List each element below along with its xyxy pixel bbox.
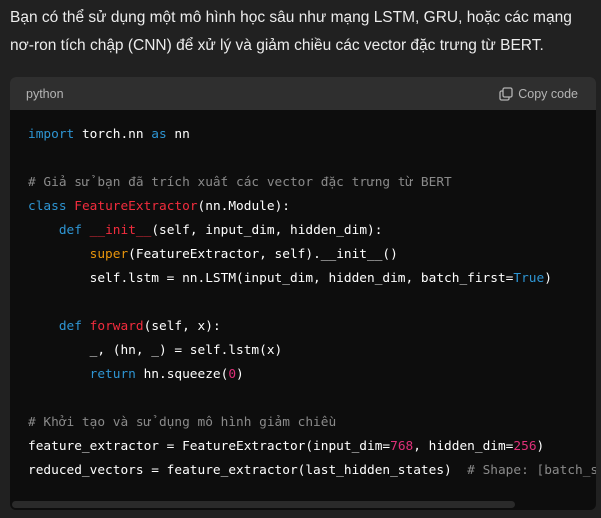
code-token: )	[236, 367, 244, 382]
code-line: class FeatureExtractor(nn.Module):	[28, 195, 596, 219]
code-token: 0	[228, 367, 237, 382]
code-line: def __init__(self, input_dim, hidden_dim…	[28, 219, 596, 243]
code-token: )	[536, 439, 545, 454]
code-token: return	[89, 367, 136, 382]
code-token: def	[58, 319, 82, 334]
code-line: # Khởi tạo và sử dụng mô hình giảm chiều	[28, 411, 596, 435]
code-token: (nn.Module):	[197, 199, 290, 214]
code-token: reduced_vectors = feature_extractor(last…	[28, 463, 468, 478]
code-line: import torch.nn as nn	[28, 123, 596, 147]
code-token: nn	[166, 127, 190, 142]
code-token: # Giả sử bạn đã trích xuất các vector đặ…	[28, 175, 452, 190]
copy-icon	[499, 86, 513, 101]
code-token: _, (hn, _) = self.lstm(x)	[28, 343, 283, 358]
code-token: (self, input_dim, hidden_dim):	[151, 223, 383, 238]
code-token: torch.nn	[74, 127, 152, 142]
code-line: self.lstm = nn.LSTM(input_dim, hidden_di…	[28, 267, 596, 291]
code-token: super	[89, 247, 129, 262]
code-content: import torch.nn as nn # Giả sử bạn đã trí…	[10, 110, 596, 483]
code-token: True	[513, 271, 545, 286]
code-token: def	[58, 223, 82, 238]
code-token: )	[544, 271, 552, 286]
code-language-label: python	[26, 86, 64, 101]
code-token: FeatureExtractor	[74, 199, 198, 214]
code-token: __init__	[89, 223, 152, 238]
code-token: forward	[89, 319, 144, 334]
code-line: super(FeatureExtractor, self).__init__()	[28, 243, 596, 267]
code-token: , hidden_dim=	[413, 439, 514, 454]
code-token: 256	[513, 439, 537, 454]
code-line: feature_extractor = FeatureExtractor(inp…	[28, 435, 596, 459]
assistant-message-text: Bạn có thể sử dụng một mô hình học sâu n…	[10, 9, 572, 54]
code-token: # Shape: [batch_size, hidden_dim]	[467, 463, 596, 478]
code-token: (self, x):	[143, 319, 221, 334]
code-line: # Giả sử bạn đã trích xuất các vector đặ…	[28, 171, 596, 195]
code-token: (FeatureExtractor, self).__init__()	[128, 247, 398, 262]
copy-code-label: Copy code	[518, 86, 578, 101]
code-token: as	[151, 127, 167, 142]
code-token: hn.squeeze(	[135, 367, 229, 382]
code-line: def forward(self, x):	[28, 315, 596, 339]
horizontal-scrollbar[interactable]	[12, 501, 515, 508]
code-token: # Khởi tạo và sử dụng mô hình giảm chiều	[28, 415, 337, 430]
code-line: _, (hn, _) = self.lstm(x)	[28, 339, 596, 363]
code-line: return hn.squeeze(0)	[28, 363, 596, 387]
code-block: python Copy code import torch.nn as nn # …	[10, 77, 596, 510]
code-line: reduced_vectors = feature_extractor(last…	[28, 459, 596, 483]
copy-code-button[interactable]: Copy code	[499, 87, 578, 101]
code-token: import	[28, 127, 75, 142]
code-token: 768	[390, 439, 414, 454]
code-token: class	[28, 199, 67, 214]
code-token: self.lstm = nn.LSTM(input_dim, hidden_di…	[28, 271, 514, 286]
code-block-header: python Copy code	[10, 77, 596, 110]
code-token: feature_extractor = FeatureExtractor(inp…	[28, 439, 391, 454]
